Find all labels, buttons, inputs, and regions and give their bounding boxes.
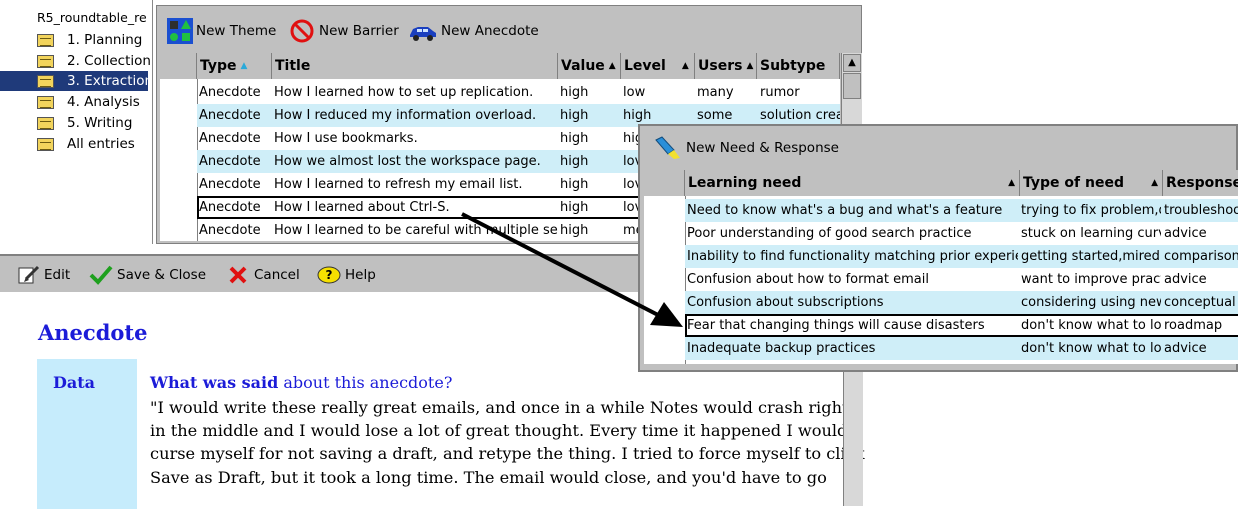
table-row[interactable]: Inability to find functionality matching… <box>685 245 1238 268</box>
scroll-up-button[interactable]: ▲ <box>843 54 861 72</box>
sort-asc-icon: ▲ <box>681 61 689 71</box>
nav-item-all-entries[interactable]: All entries <box>37 134 149 154</box>
help-button[interactable]: ? Help <box>317 265 376 285</box>
close-x-icon <box>229 266 247 284</box>
quote-line: curse myself for not saving a draft, and… <box>150 444 865 464</box>
table-row[interactable]: Anecdote How I learned how to set up rep… <box>197 81 840 104</box>
column-header-title[interactable]: Title <box>272 53 558 79</box>
column-header-learning-need[interactable]: Learning need ▲ <box>685 170 1020 196</box>
view-icon <box>37 33 54 47</box>
edit-pencil-icon <box>18 265 40 284</box>
sort-asc-icon: ▲ <box>1151 178 1158 188</box>
data-section-label: Data <box>53 373 95 392</box>
new-theme-button[interactable]: New Theme <box>167 18 276 44</box>
sort-asc-icon: ▲ <box>608 61 616 71</box>
cancel-label: Cancel <box>254 267 300 283</box>
new-theme-label: New Theme <box>196 23 277 39</box>
edit-label: Edit <box>44 267 71 283</box>
field-question-rest: about this anecdote? <box>278 373 453 392</box>
car-icon <box>410 27 436 41</box>
view-icon <box>37 74 54 88</box>
flashlight-icon <box>655 136 680 159</box>
navigator-pane: R5_roundtable_re 1. Planning 2. Collecti… <box>0 0 153 244</box>
help-question-icon: ? <box>317 266 341 284</box>
nav-item-label: 4. Analysis <box>67 94 140 110</box>
need-response-view-panel: New Need & Response Learning need ▲ Type … <box>638 124 1238 372</box>
cancel-button[interactable]: Cancel <box>228 265 300 285</box>
column-header-type[interactable]: Type ▲ <box>197 53 272 79</box>
column-header-response[interactable]: Response <box>1163 170 1238 196</box>
sort-asc-icon: ▲ <box>240 61 248 71</box>
field-question-bold: What was said <box>150 373 279 392</box>
theme-icon <box>167 18 193 44</box>
data-section-label-box: Data <box>37 359 137 509</box>
sort-asc-icon: ▲ <box>746 61 754 71</box>
view-icon <box>37 95 54 109</box>
new-need-response-button[interactable]: New Need & Response <box>654 136 839 160</box>
field-question: What was said about this anecdote? <box>150 373 452 392</box>
nav-item-writing[interactable]: 5. Writing <box>37 113 149 133</box>
table-row[interactable]: Need to know what's a bug and what's a f… <box>685 199 1238 222</box>
column-header-type-of-need[interactable]: Type of need ▲ <box>1020 170 1163 196</box>
scroll-thumb[interactable] <box>843 73 861 99</box>
nav-item-label: 2. Collection <box>67 53 151 69</box>
nav-item-planning[interactable]: 1. Planning <box>37 30 149 50</box>
column-header-users[interactable]: Users ▲ <box>695 53 757 79</box>
new-barrier-label: New Barrier <box>319 23 399 39</box>
selection-column-header <box>160 53 197 79</box>
new-anecdote-label: New Anecdote <box>441 23 539 39</box>
new-barrier-button[interactable]: New Barrier <box>290 19 399 43</box>
document-title: Anecdote <box>38 320 148 345</box>
database-title: R5_roundtable_re <box>37 10 147 25</box>
anecdote-quote: "I would write these really great emails… <box>150 396 865 489</box>
new-need-response-label: New Need & Response <box>686 140 839 156</box>
quote-line: "I would write these really great emails… <box>150 398 849 417</box>
row-selection-margin <box>644 196 686 364</box>
table-row[interactable]: Poor understanding of good search practi… <box>685 222 1238 245</box>
new-anecdote-button[interactable]: New Anecdote <box>408 19 539 43</box>
selection-column-header <box>644 170 685 196</box>
table-row[interactable]: Confusion about subscriptions considerin… <box>685 291 1238 314</box>
svg-text:?: ? <box>326 268 333 282</box>
view-icon <box>37 54 54 68</box>
nav-item-label: 5. Writing <box>67 115 133 131</box>
column-header-value[interactable]: Value ▲ <box>558 53 621 79</box>
table-row[interactable]: Inadequate backup practices don't know w… <box>685 337 1238 360</box>
nav-item-collection[interactable]: 2. Collection <box>37 51 151 71</box>
column-header-level[interactable]: Level ▲ <box>621 53 695 79</box>
need-table: Learning need ▲ Type of need ▲ Response Ne… <box>644 170 1238 364</box>
view-icon <box>37 116 54 130</box>
nav-item-analysis[interactable]: 4. Analysis <box>37 92 149 112</box>
row-selection-margin <box>160 79 198 241</box>
edit-button[interactable]: Edit <box>18 265 70 285</box>
no-entry-icon <box>290 19 314 43</box>
column-header-subtype[interactable]: Subtype <box>757 53 840 79</box>
quote-line: Save as Draft, but it took a long time. … <box>150 467 827 487</box>
sort-asc-icon: ▲ <box>1008 178 1015 188</box>
checkmark-icon <box>89 265 113 285</box>
table-row-selected[interactable]: Fear that changing things will cause dis… <box>685 314 1238 337</box>
quote-line: in the middle and I would lose a lot of … <box>150 421 848 441</box>
nav-item-label: 3. Extraction <box>67 73 154 89</box>
help-label: Help <box>345 267 376 283</box>
save-close-button[interactable]: Save & Close <box>89 265 206 285</box>
view-icon <box>37 137 54 151</box>
nav-item-label: All entries <box>67 136 135 152</box>
save-close-label: Save & Close <box>117 267 207 283</box>
nav-item-extraction[interactable]: 3. Extraction <box>0 71 153 91</box>
nav-item-label: 1. Planning <box>67 32 143 48</box>
table-row[interactable]: Confusion about how to format email want… <box>685 268 1238 291</box>
